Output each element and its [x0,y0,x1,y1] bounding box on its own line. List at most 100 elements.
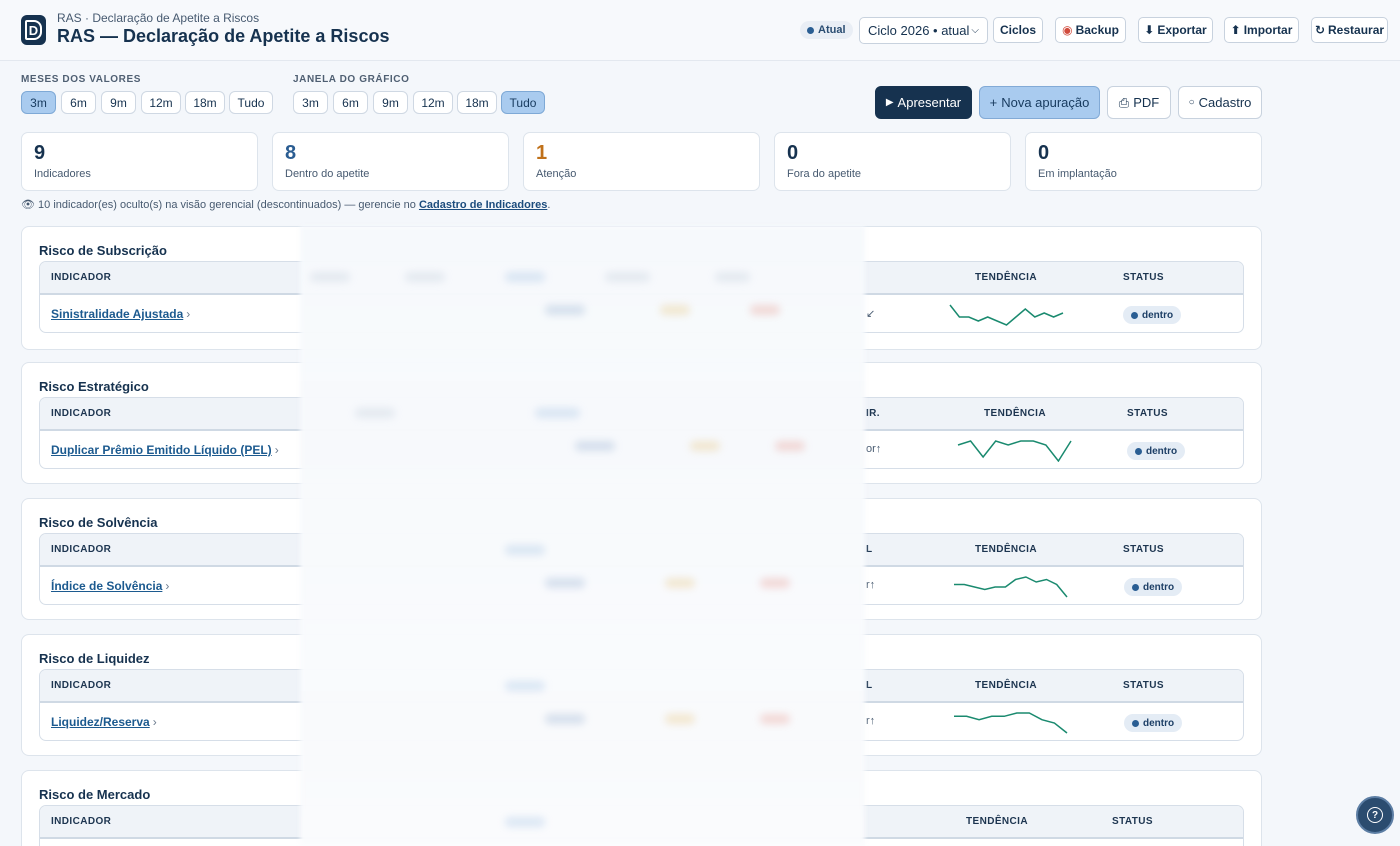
window-chip-tudo[interactable]: Tudo [501,91,545,114]
chevron-right-icon: › [274,443,279,457]
blur-cell [545,714,585,724]
pdf-button[interactable]: ⎙ PDF [1107,86,1171,119]
logo-letter: D [25,20,42,40]
blur-cell [505,817,545,827]
chevron-right-icon: › [186,307,191,321]
question-circle-icon: ? [1367,807,1383,823]
restaurar-button[interactable]: ↻ Restaurar [1311,17,1388,43]
chip-label: 12m [421,95,445,110]
exportar-button[interactable]: ⬇ Exportar [1138,17,1213,43]
trend-sparkline [954,576,1068,598]
chevron-right-icon: › [152,715,157,729]
blur-cell [545,578,585,588]
status-dot-icon [1131,311,1138,319]
kpi-value: 8 [285,142,297,164]
header-indicador: INDICADOR [51,544,112,555]
months-chip-3m[interactable]: 3m [21,91,56,114]
months-filter-label: MESES DOS VALORES [21,74,142,85]
breadcrumb: RAS · Declaração de Apetite a Riscos [57,11,260,25]
status-dot-icon [1132,583,1139,591]
exportar-label: Exportar [1157,23,1207,37]
kpi-label: Fora do apetite [787,168,861,180]
window-chip-12m[interactable]: 12m [413,91,453,114]
cadastro-indicadores-link[interactable]: Cadastro de Indicadores [419,199,547,211]
window-chip-9m[interactable]: 9m [373,91,408,114]
indicator-name: Sinistralidade Ajustada [51,307,184,321]
indicator-link-liquidez[interactable]: Liquidez/Reserva › [51,715,157,729]
nova-apuracao-label: Nova apuração [1001,95,1090,110]
apresentar-button[interactable]: ▶ Apresentar [875,86,972,119]
note-end: . [547,199,551,211]
header-status: STATUS [1123,272,1164,283]
window-chip-6m[interactable]: 6m [333,91,368,114]
months-chip-6m[interactable]: 6m [61,91,96,114]
chip-label: Tudo [509,95,537,110]
header-indicador: INDICADOR [51,680,112,691]
hidden-indicators-note: 👁 10 indicador(es) oculto(s) na visão ge… [21,198,550,211]
top-bar: D RAS · Declaração de Apetite a Riscos R… [0,0,1400,61]
indicator-name: Duplicar Prêmio Emitido Líquido (PEL) [51,443,272,457]
kpi-label: Em implantação [1038,168,1117,180]
importar-label: Importar [1243,23,1293,37]
indicator-name: Índice de Solvência [51,579,163,593]
direction-value: r↑ [866,579,876,591]
blur-cell [545,305,585,315]
plus-icon: + [989,95,998,110]
blurred-region [300,226,865,846]
ciclos-button[interactable]: Ciclos [993,17,1043,43]
restore-icon: ↻ [1314,23,1326,37]
pdf-label: PDF [1133,95,1160,110]
window-chip-3m[interactable]: 3m [293,91,328,114]
header-direction: IR. [866,408,880,419]
trend-line [954,712,1068,734]
chevron-down-icon: ⌵ [971,25,979,36]
chip-label: 3m [30,95,47,110]
status-badge: dentro [1124,578,1183,596]
months-chip-18m[interactable]: 18m [185,91,225,114]
blur-cell [760,714,790,724]
window-chip-18m[interactable]: 18m [457,91,497,114]
kpi-card-implantacao: 0 Em implantação [1025,132,1262,191]
trend-line [954,576,1068,598]
backup-button[interactable]: ◉ Backup [1055,17,1126,43]
blur-cell [775,441,805,451]
help-button[interactable]: ? [1356,796,1394,834]
header-status: STATUS [1127,408,1168,419]
header-tendencia: TENDÊNCIA [975,680,1037,691]
chip-label: 6m [70,95,87,110]
cadastro-button[interactable]: ○ Cadastro [1178,86,1262,119]
indicator-link-pel[interactable]: Duplicar Prêmio Emitido Líquido (PEL) › [51,443,279,457]
nova-apuracao-button[interactable]: + Nova apuração [979,86,1100,119]
header-tendencia: TENDÊNCIA [984,408,1046,419]
chip-label: 9m [382,95,399,110]
apresentar-label: Apresentar [897,95,962,110]
blur-cell [310,272,350,282]
ciclos-label: Ciclos [999,23,1036,37]
status-label: dentro [1143,717,1175,729]
importar-button[interactable]: ⬆ Importar [1224,17,1299,43]
kpi-value: 0 [787,142,799,164]
months-chip-9m[interactable]: 9m [101,91,136,114]
chip-label: Tudo [237,95,265,110]
section-title: Risco de Subscrição [39,243,167,258]
indicator-link-sinistralidade[interactable]: Sinistralidade Ajustada › [51,307,190,321]
trend-sparkline [949,304,1064,326]
section-title: Risco de Liquidez [39,651,150,666]
blur-cell [505,681,545,691]
blur-cell [750,305,780,315]
blur-cell [690,441,720,451]
header-indicador: INDICADOR [51,816,112,827]
indicator-link-solvencia[interactable]: Índice de Solvência › [51,579,169,593]
months-chip-tudo[interactable]: Tudo [229,91,273,114]
chevron-right-icon: › [165,579,170,593]
indicator-name: Liquidez/Reserva [51,715,150,729]
status-badge: dentro [1124,714,1183,732]
cycle-select[interactable]: Ciclo 2026 • atual ⌵ [859,17,988,44]
section-title: Risco de Mercado [39,787,151,802]
months-chip-12m[interactable]: 12m [141,91,181,114]
kpi-card-indicadores: 9 Indicadores [21,132,258,191]
kpi-card-fora: 0 Fora do apetite [774,132,1011,191]
header-indicador: INDICADOR [51,272,112,283]
kpi-card-dentro: 8 Dentro do apetite [272,132,509,191]
play-icon: ▶ [885,97,894,108]
